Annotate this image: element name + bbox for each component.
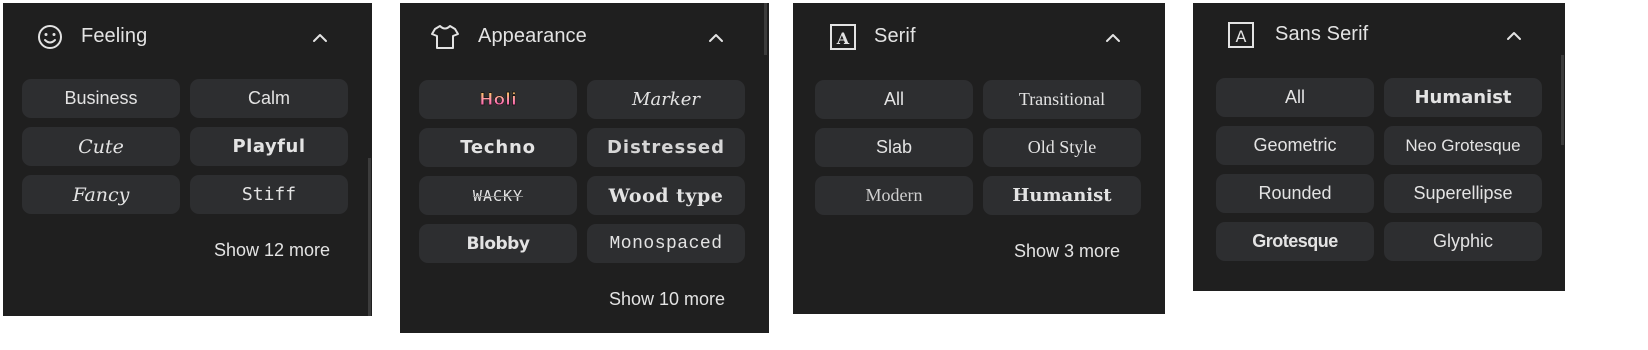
panel-title: Appearance: [478, 25, 587, 47]
scrollbar[interactable]: [764, 3, 767, 55]
chip-holi[interactable]: Holi: [419, 80, 577, 119]
chip-distressed[interactable]: Distressed: [587, 128, 745, 167]
chip-fancy[interactable]: Fancy: [22, 175, 180, 214]
chip-old-style[interactable]: Old Style: [983, 128, 1141, 167]
chip-playful[interactable]: Playful: [190, 127, 348, 166]
panel-title: Serif: [874, 25, 916, 47]
scrollbar[interactable]: [368, 158, 371, 316]
chip-all[interactable]: All: [815, 80, 973, 119]
panel-title: Sans Serif: [1275, 23, 1369, 45]
chip-humanist[interactable]: Humanist: [1384, 78, 1542, 117]
smiley-icon: [38, 25, 62, 49]
chip-techno[interactable]: Techno: [419, 128, 577, 167]
tshirt-icon: [431, 25, 459, 49]
appearance-chip-grid: Holi Marker Techno Distressed WACKY Wood…: [419, 80, 745, 263]
chip-stiff[interactable]: Stiff: [190, 175, 348, 214]
chip-blobby[interactable]: Blobby: [419, 224, 577, 263]
chip-calm[interactable]: Calm: [190, 79, 348, 118]
appearance-panel: Appearance Holi Marker Techno Distressed…: [400, 3, 769, 333]
chip-monospaced[interactable]: Monospaced: [587, 224, 745, 263]
svg-text:A: A: [836, 29, 850, 48]
chevron-up-icon[interactable]: [705, 27, 727, 49]
scrollbar[interactable]: [1561, 55, 1564, 145]
chip-superellipse[interactable]: Superellipse: [1384, 174, 1542, 213]
chip-modern[interactable]: Modern: [815, 176, 973, 215]
sans-serif-chip-grid: All Humanist Geometric Neo Grotesque Rou…: [1216, 78, 1542, 261]
feeling-panel: Feeling Business Calm Cute Playful Fancy…: [3, 3, 372, 316]
letter-a-box-icon: A: [1228, 22, 1254, 48]
chip-business[interactable]: Business: [22, 79, 180, 118]
serif-panel-header[interactable]: A Serif: [793, 3, 1165, 73]
chip-transitional[interactable]: Transitional: [983, 80, 1141, 119]
sans-serif-panel: A Sans Serif All Humanist Geometric Neo …: [1193, 3, 1565, 291]
serif-panel: A Serif All Transitional Slab Old Style …: [793, 3, 1165, 314]
svg-text:A: A: [1236, 27, 1247, 46]
show-more-link[interactable]: Show 12 more: [214, 240, 330, 261]
sans-serif-panel-header[interactable]: A Sans Serif: [1193, 3, 1565, 73]
panel-title: Feeling: [81, 25, 148, 47]
chip-slab[interactable]: Slab: [815, 128, 973, 167]
chip-glyphic[interactable]: Glyphic: [1384, 222, 1542, 261]
chip-humanist[interactable]: Humanist: [983, 176, 1141, 215]
chip-all[interactable]: All: [1216, 78, 1374, 117]
chevron-up-icon[interactable]: [309, 27, 331, 49]
chevron-up-icon[interactable]: [1102, 27, 1124, 49]
chip-grotesque[interactable]: Grotesque: [1216, 222, 1374, 261]
serif-chip-grid: All Transitional Slab Old Style Modern H…: [815, 80, 1141, 215]
letter-a-box-icon: A: [830, 24, 856, 50]
chip-geometric[interactable]: Geometric: [1216, 126, 1374, 165]
show-more-link[interactable]: Show 10 more: [609, 289, 725, 310]
chip-cute[interactable]: Cute: [22, 127, 180, 166]
appearance-panel-header[interactable]: Appearance: [400, 3, 769, 73]
chip-holi-label: Holi: [479, 89, 518, 110]
feeling-panel-header[interactable]: Feeling: [3, 3, 372, 73]
chip-neo-grotesque[interactable]: Neo Grotesque: [1384, 126, 1542, 165]
feeling-chip-grid: Business Calm Cute Playful Fancy Stiff: [22, 79, 348, 214]
chip-marker[interactable]: Marker: [587, 80, 745, 119]
chip-rounded[interactable]: Rounded: [1216, 174, 1374, 213]
chevron-up-icon[interactable]: [1503, 25, 1525, 47]
chip-wood-type[interactable]: Wood type: [587, 176, 745, 215]
chip-wacky[interactable]: WACKY: [419, 176, 577, 215]
show-more-link[interactable]: Show 3 more: [1014, 241, 1120, 262]
